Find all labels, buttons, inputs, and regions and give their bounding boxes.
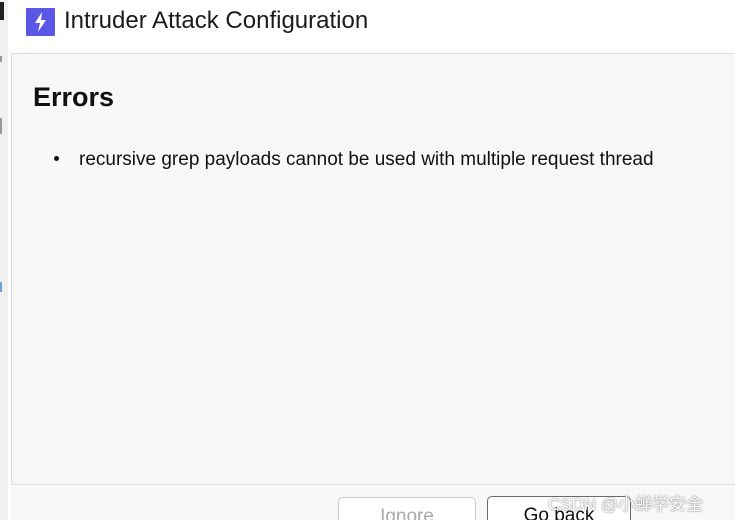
ignore-button[interactable]: Ignore <box>338 497 476 520</box>
error-list-item: recursive grep payloads cannot be used w… <box>54 149 654 171</box>
background-window-fragment <box>0 282 2 292</box>
background-window-fragment <box>0 56 2 62</box>
window-title: Intruder Attack Configuration <box>64 7 369 34</box>
background-window-edge <box>0 0 8 520</box>
background-window-fragment <box>0 118 2 134</box>
errors-dialog: Errors recursive grep payloads cannot be… <box>11 53 735 493</box>
watermark: CSDN @小蝉学安全 <box>548 495 704 514</box>
bullet-icon <box>54 156 59 162</box>
background-window-fragment <box>0 2 4 20</box>
lightning-icon <box>26 8 55 36</box>
title-bar: Intruder Attack Configuration <box>8 0 735 46</box>
screen: Intruder Attack Configuration Errors rec… <box>0 0 735 520</box>
errors-heading: Errors <box>33 82 115 112</box>
error-message: recursive grep payloads cannot be used w… <box>79 149 654 170</box>
